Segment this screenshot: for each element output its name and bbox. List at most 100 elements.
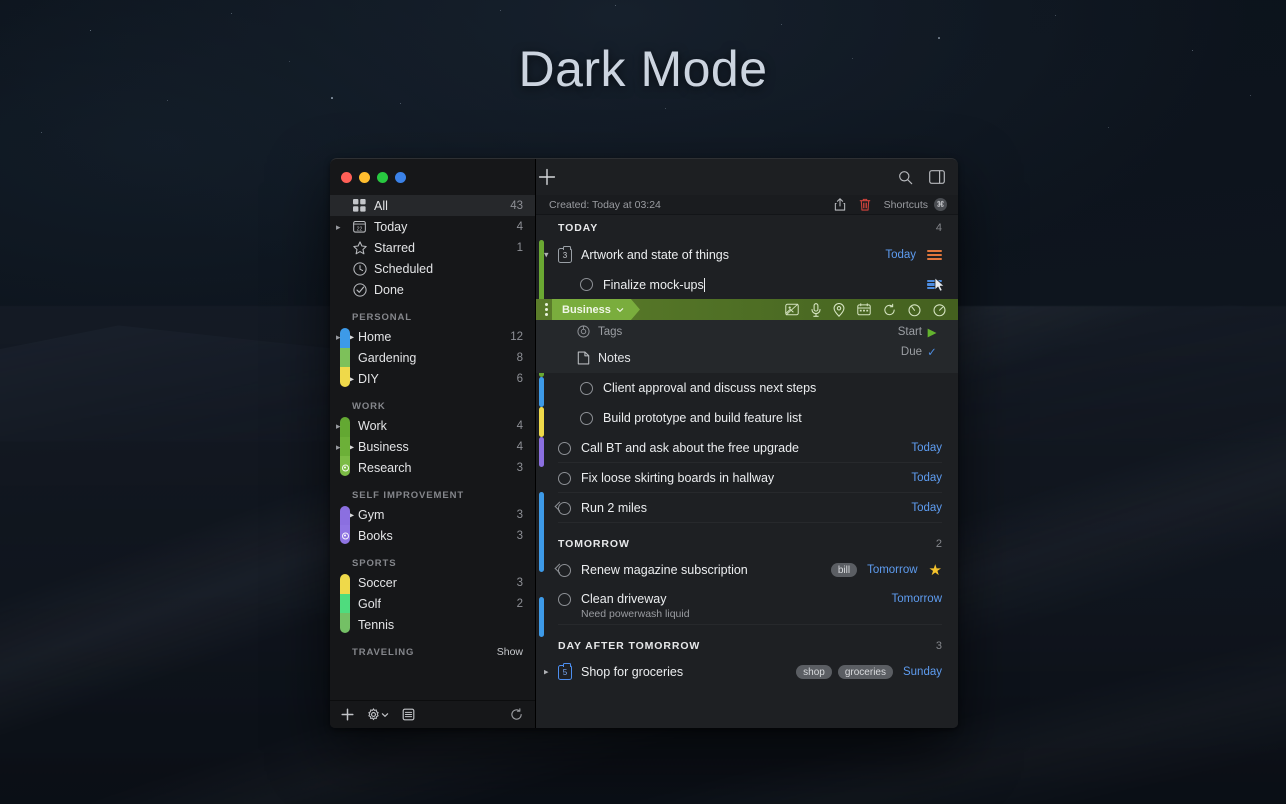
sidebar-item-books[interactable]: Books 3 [330,525,535,546]
section-day-after-tomorrow: DAY AFTER TOMORROW 3 [536,625,958,657]
task-row[interactable]: Renew magazine subscription bill Tomorro… [536,555,958,585]
disclosure-arrow[interactable]: ▸ [336,443,344,451]
sidebar-item-today[interactable]: ▸ 22 Today 4 [330,216,535,237]
add-list-button[interactable] [341,708,354,721]
task-checkbox[interactable] [558,442,571,455]
task-checkbox[interactable] [558,593,571,606]
zoom-button[interactable] [377,172,388,183]
sidebar-item-work[interactable]: ▸ Work 4 [330,415,535,436]
task-checkbox[interactable] [558,472,571,485]
task-due[interactable]: Today [885,249,916,261]
task-row[interactable]: ▸ 5 Shop for groceries shop groceries Su… [536,657,958,687]
disclosure-arrow[interactable]: ▸ [336,422,344,430]
task-checkbox-repeating[interactable] [558,502,571,515]
list-selector[interactable]: Business [552,299,640,320]
microphone-icon[interactable] [811,303,821,317]
tag-strip: Business [536,299,958,320]
expand-arrow[interactable]: ▸ [544,667,549,678]
section-header-self-improvement: SELF IMPROVEMENT [330,478,535,504]
show-traveling-button[interactable]: Show [497,646,523,658]
section-header-personal: PERSONAL [330,300,535,326]
minimize-button[interactable] [359,172,370,183]
settings-button[interactable] [367,708,389,721]
sidebar-item-all[interactable]: All 43 [330,195,535,216]
location-icon[interactable] [833,303,845,317]
share-icon[interactable] [834,198,846,211]
task-tag[interactable]: groceries [838,665,893,679]
drag-handle[interactable] [536,303,552,316]
sidebar-item-gardening[interactable]: Gardening 8 [330,347,535,368]
task-due[interactable]: Tomorrow [867,564,917,576]
sidebar-item-business[interactable]: ▸ ▸ Business 4 [330,436,535,457]
sidebar-item-label: Books [358,529,517,543]
sidebar-item-scheduled[interactable]: Scheduled [330,258,535,279]
search-icon[interactable] [898,170,913,185]
sidebar-item-label: Scheduled [374,262,523,276]
task-row[interactable]: Build prototype and build feature list [536,403,958,433]
task-checkbox[interactable] [580,382,593,395]
calendar-icon[interactable] [857,303,871,316]
sidebar-item-home[interactable]: ▸ ▸ Home 12 [330,326,535,347]
project-arrow-icon: ▸ [350,332,354,341]
image-icon[interactable] [785,303,799,316]
sidebar-item-count: 3 [517,577,523,589]
sidebar-item-label: Tennis [358,618,523,632]
task-due[interactable]: Today [911,472,942,484]
add-task-button[interactable] [538,168,556,186]
trash-icon[interactable] [859,198,871,211]
task-row[interactable]: Run 2 miles Today [536,493,958,523]
star-filled-icon[interactable]: ★ [929,561,942,579]
task-due[interactable]: Today [911,502,942,514]
collapse-arrow[interactable]: ▾ [544,250,549,261]
task-row-editing[interactable]: Finalize mock-ups [536,270,958,299]
extra-button[interactable] [395,172,406,183]
sidebar-item-diy[interactable]: ▸ DIY 6 [330,368,535,389]
clock-icon[interactable] [933,303,946,317]
priority-indicator[interactable] [927,250,942,260]
sync-button[interactable] [510,708,523,721]
task-title-input[interactable]: Finalize mock-ups [603,278,705,292]
notes-placeholder: Notes [598,351,631,365]
sidebar-item-soccer[interactable]: Soccer 3 [330,572,535,593]
timer-icon[interactable] [908,303,921,317]
task-checkbox[interactable] [580,412,593,425]
task-due[interactable]: Tomorrow [892,593,942,605]
list-view-button[interactable] [402,708,415,721]
task-list[interactable]: TODAY 4 ▾ 3 Artwork and state of things … [536,215,958,728]
task-title: Run 2 miles [581,501,901,515]
task-due[interactable]: Sunday [903,666,942,678]
start-field[interactable]: Start ▶ [822,322,942,342]
star [615,5,616,6]
sidebar-item-count: 2 [517,598,523,610]
task-tag[interactable]: bill [831,563,857,577]
svg-text:22: 22 [357,226,363,232]
due-field[interactable]: Due ✓ [822,342,942,362]
task-due[interactable]: Today [911,442,942,454]
task-note: Need powerwash liquid [581,608,882,620]
sidebar-toggle-icon[interactable] [929,170,945,184]
sidebar-item-done[interactable]: Done [330,279,535,300]
sidebar-item-tennis[interactable]: Tennis [330,614,535,635]
task-row[interactable]: Fix loose skirting boards in hallway Tod… [536,463,958,493]
section-today: TODAY 4 [536,215,958,240]
task-title: Artwork and state of things [581,248,875,262]
sidebar-item-research[interactable]: Research 3 [330,457,535,478]
sidebar-item-golf[interactable]: Golf 2 [330,593,535,614]
sidebar-item-gym[interactable]: ▸ Gym 3 [330,504,535,525]
sidebar-item-starred[interactable]: Starred 1 [330,237,535,258]
task-row[interactable]: Client approval and discuss next steps [536,373,958,403]
section-header-work: WORK [330,389,535,415]
shortcuts-button[interactable]: Shortcuts ⌘ [884,198,947,211]
sidebar: All 43 ▸ 22 Today 4 [330,159,536,728]
task-row[interactable]: Clean driveway Need powerwash liquid Tom… [536,585,958,625]
disclosure-arrow[interactable]: ▸ [336,223,344,231]
disclosure-arrow[interactable]: ▸ [336,333,344,341]
task-row[interactable]: Call BT and ask about the free upgrade T… [536,433,958,463]
task-checkbox[interactable] [580,278,593,291]
task-row[interactable]: ▾ 3 Artwork and state of things Today [536,240,958,270]
repeat-icon[interactable] [883,303,896,317]
task-checkbox-repeating[interactable] [558,564,571,577]
task-tag[interactable]: shop [796,665,832,679]
close-button[interactable] [341,172,352,183]
sidebar-item-count: 8 [517,352,523,364]
